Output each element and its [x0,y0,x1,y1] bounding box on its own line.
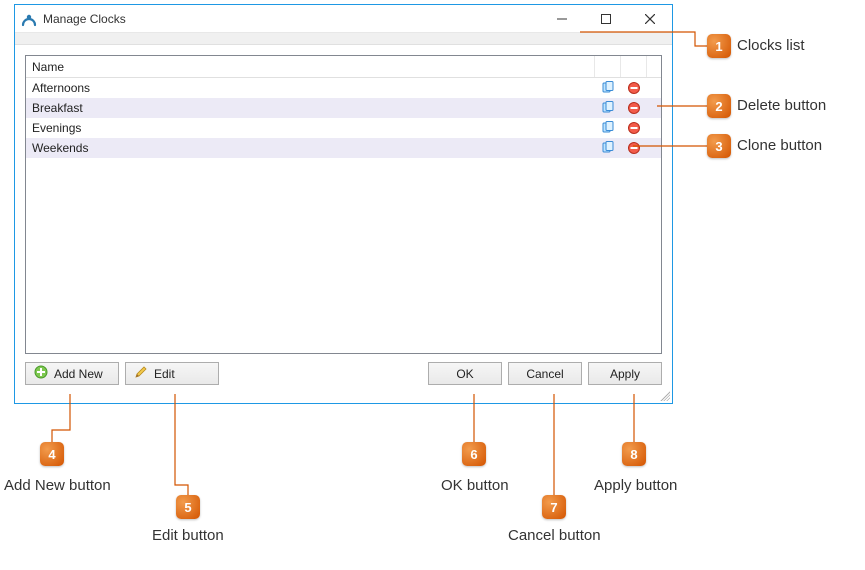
delete-button[interactable] [621,121,647,135]
clone-icon [601,141,615,155]
clone-button[interactable] [595,121,621,135]
list-item[interactable]: Afternoons [26,78,661,98]
resize-grip[interactable] [658,389,670,401]
callout-label-5: Edit button [152,527,224,544]
callout-label-8: Apply button [594,477,677,494]
callout-badge-6: 6 [462,442,486,466]
edit-label: Edit [154,367,175,381]
delete-button[interactable] [621,81,647,95]
titlebar: Manage Clocks [15,5,672,33]
close-button[interactable] [628,5,672,33]
top-strip [15,33,672,45]
manage-clocks-window: Manage Clocks Name Afternoons [14,4,673,404]
callout-label-6: OK button [441,477,509,494]
apply-label: Apply [610,367,640,381]
cancel-label: Cancel [526,367,563,381]
list-header: Name [26,56,661,78]
apply-button[interactable]: Apply [588,362,662,385]
delete-button[interactable] [621,101,647,115]
delete-button[interactable] [621,141,647,155]
callout-label-2: Delete button [737,97,826,114]
list-item[interactable]: Breakfast [26,98,661,118]
delete-icon [627,101,641,115]
callout-badge-1: 1 [707,34,731,58]
button-bar: Add New Edit OK Cancel Apply [15,354,672,395]
callout-badge-3: 3 [707,134,731,158]
callout-label-7: Cancel button [508,527,601,544]
clone-button[interactable] [595,141,621,155]
plus-icon [34,365,48,382]
delete-icon [627,81,641,95]
pencil-icon [134,365,148,382]
clone-icon [601,121,615,135]
clone-icon [601,81,615,95]
maximize-button[interactable] [584,5,628,33]
list-item[interactable]: Weekends [26,138,661,158]
clone-button[interactable] [595,81,621,95]
clock-name: Evenings [26,121,595,135]
column-header-clone [595,56,621,77]
minimize-button[interactable] [540,5,584,33]
cancel-button[interactable]: Cancel [508,362,582,385]
callout-label-1: Clocks list [737,37,805,54]
callout-badge-2: 2 [707,94,731,118]
callout-badge-7: 7 [542,495,566,519]
clock-name: Afternoons [26,81,595,95]
add-new-label: Add New [54,367,103,381]
delete-icon [627,121,641,135]
window-title: Manage Clocks [43,12,540,26]
column-header-name[interactable]: Name [26,56,595,77]
window-controls [540,5,672,33]
add-new-button[interactable]: Add New [25,362,119,385]
callout-label-4: Add New button [4,477,111,494]
edit-button[interactable]: Edit [125,362,219,385]
callout-label-3: Clone button [737,137,822,154]
callout-badge-5: 5 [176,495,200,519]
list-body: Afternoons Breakfast [26,78,661,353]
clone-icon [601,101,615,115]
clocks-list[interactable]: Name Afternoons [25,55,662,354]
app-icon [21,11,37,27]
callout-badge-8: 8 [622,442,646,466]
content-area: Name Afternoons [15,45,672,354]
clock-name: Breakfast [26,101,595,115]
clone-button[interactable] [595,101,621,115]
list-item[interactable]: Evenings [26,118,661,138]
delete-icon [627,141,641,155]
ok-label: OK [456,367,473,381]
callout-badge-4: 4 [40,442,64,466]
column-header-delete [621,56,647,77]
clock-name: Weekends [26,141,595,155]
ok-button[interactable]: OK [428,362,502,385]
